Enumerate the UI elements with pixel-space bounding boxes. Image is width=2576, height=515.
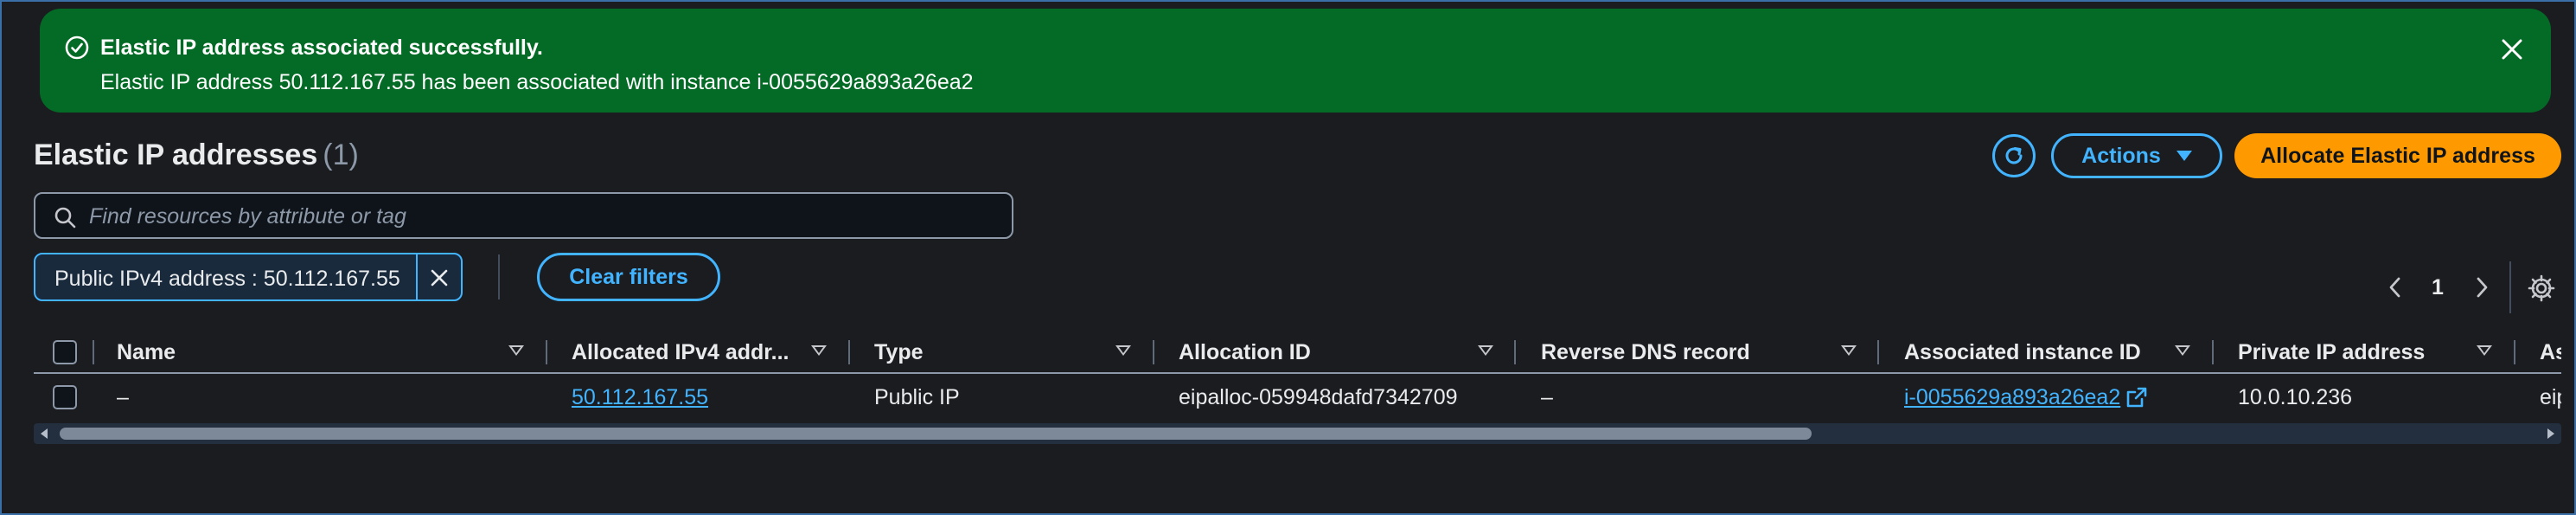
flash-title: Elastic IP address associated successful…: [100, 35, 543, 60]
external-link-icon[interactable]: [2125, 386, 2148, 409]
success-flash: Elastic IP address associated successful…: [40, 9, 2551, 113]
remove-filter-button[interactable]: [423, 261, 456, 294]
actions-label: Actions: [2081, 143, 2161, 168]
sort-icon[interactable]: [2477, 345, 2492, 356]
column-divider[interactable]: [1153, 340, 1154, 364]
caret-down-icon: [2176, 151, 2192, 161]
sort-icon[interactable]: [1478, 345, 1493, 356]
chevron-right-icon[interactable]: [2473, 275, 2490, 299]
cell-association: eip: [2540, 384, 2561, 409]
search-input[interactable]: [89, 201, 997, 232]
cell-private-ip: 10.0.10.236: [2238, 384, 2353, 409]
filter-token-label: Public IPv4 address : 50.112.167.55: [54, 267, 400, 291]
sort-icon[interactable]: [1841, 345, 1857, 356]
column-header-private-ip[interactable]: Private IP address: [2238, 331, 2425, 374]
column-header-type[interactable]: Type: [874, 331, 924, 374]
filter-token: Public IPv4 address : 50.112.167.55: [34, 253, 463, 301]
close-icon[interactable]: [2499, 36, 2525, 62]
cell-type: Public IP: [874, 384, 960, 409]
page-title: Elastic IP addresses (1): [34, 138, 359, 172]
flash-message: Elastic IP address 50.112.167.55 has bee…: [100, 70, 974, 94]
sort-icon[interactable]: [2175, 345, 2190, 356]
scroll-left-arrow-icon[interactable]: [41, 428, 48, 439]
column-header-association[interactable]: As: [2540, 331, 2561, 374]
select-all-checkbox[interactable]: [53, 340, 77, 364]
column-header-allocated-ipv4[interactable]: Allocated IPv4 addr...: [572, 331, 789, 374]
gear-icon[interactable]: [2527, 274, 2556, 303]
page-number[interactable]: 1: [2432, 275, 2444, 300]
clear-filters-label: Clear filters: [569, 264, 688, 289]
sort-icon[interactable]: [1115, 345, 1131, 356]
column-divider[interactable]: [2212, 340, 2214, 364]
column-header-reverse-dns[interactable]: Reverse DNS record: [1541, 331, 1750, 374]
column-divider[interactable]: [1877, 340, 1879, 364]
cell-name: –: [117, 384, 129, 409]
row-select-cell: [53, 376, 77, 419]
clear-filters-button[interactable]: Clear filters: [537, 253, 720, 301]
table-row[interactable]: – 50.112.167.55 Public IP eipalloc-05994…: [34, 376, 2561, 419]
table-header: Name Allocated IPv4 addr... Type Allocat…: [34, 331, 2561, 374]
horizontal-scrollbar[interactable]: [34, 423, 2561, 444]
actions-button[interactable]: Actions: [2051, 133, 2222, 178]
scroll-right-arrow-icon[interactable]: [2547, 428, 2554, 439]
console-frame: Elastic IP address associated successful…: [0, 0, 2576, 515]
column-divider[interactable]: [546, 340, 547, 364]
pagination-divider: [2509, 261, 2511, 313]
page-title-text: Elastic IP addresses: [34, 138, 318, 171]
refresh-button[interactable]: [1992, 134, 2036, 177]
allocated-ipv4-link[interactable]: 50.112.167.55: [572, 385, 708, 410]
row-checkbox[interactable]: [53, 385, 77, 409]
filter-divider: [498, 254, 500, 299]
instance-id-link[interactable]: i-0055629a893a26ea2: [1904, 385, 2120, 410]
refresh-icon: [2005, 147, 2023, 164]
allocate-elastic-ip-button[interactable]: Allocate Elastic IP address: [2234, 133, 2561, 178]
cell-allocated-ipv4: 50.112.167.55: [572, 376, 708, 419]
search-icon: [54, 207, 76, 229]
sort-icon[interactable]: [811, 345, 827, 356]
scrollbar-thumb[interactable]: [60, 428, 1812, 440]
cell-allocation-id: eipalloc-059948dafd7342709: [1179, 384, 1458, 409]
column-header-name[interactable]: Name: [117, 331, 176, 374]
cell-reverse-dns: –: [1541, 384, 1553, 409]
item-count: (1): [323, 138, 359, 171]
check-circle-icon: [65, 35, 89, 60]
allocate-label: Allocate Elastic IP address: [2260, 143, 2535, 168]
filter-token-divider: [416, 254, 418, 299]
column-divider[interactable]: [1514, 340, 1516, 364]
chevron-left-icon[interactable]: [2387, 275, 2404, 299]
select-all-cell: [53, 331, 77, 374]
search-box[interactable]: [34, 192, 1013, 239]
column-header-instance-id[interactable]: Associated instance ID: [1904, 331, 2141, 374]
column-header-allocation-id[interactable]: Allocation ID: [1179, 331, 1311, 374]
cell-instance-id: i-0055629a893a26ea2: [1904, 376, 2148, 419]
column-divider[interactable]: [848, 340, 850, 364]
close-icon: [431, 269, 448, 286]
sort-icon[interactable]: [508, 345, 524, 356]
column-divider: [93, 340, 94, 364]
column-divider[interactable]: [2514, 340, 2515, 364]
